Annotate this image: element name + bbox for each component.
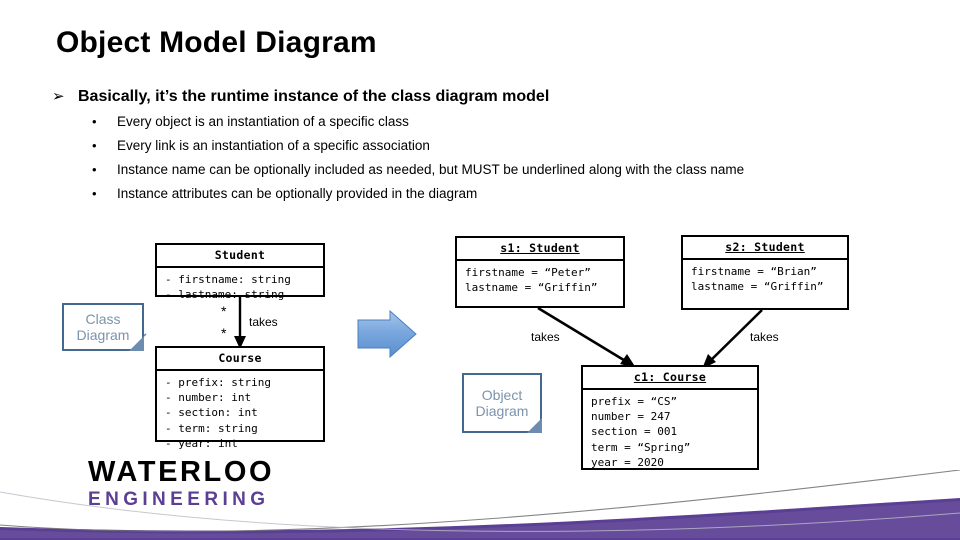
link-label-left-takes: takes	[531, 330, 560, 344]
dot-bullet-icon: •	[92, 138, 97, 153]
class-box-course: Course - prefix: string - number: int - se…	[155, 346, 325, 450]
multiplicity-target: *	[221, 325, 227, 341]
note-fold-corner-icon	[527, 418, 542, 433]
note-class-line1: Class	[85, 310, 121, 327]
class-name-course: Course	[157, 348, 323, 371]
dot-bullet-icon: •	[92, 186, 97, 201]
bullet-level1: ➢ Basically, it’s the runtime instance o…	[52, 88, 912, 106]
object-box-s1: s1: Student firstname = “Peter” lastname …	[455, 236, 625, 308]
page-title: Object Model Diagram	[56, 26, 377, 59]
note-class-line2: Diagram	[76, 327, 130, 343]
object-box-s2: s2: Student firstname = “Brian” lastname …	[681, 235, 849, 310]
association-label-takes: takes	[249, 315, 278, 329]
class-attributes-course: - prefix: string - number: int - section: …	[165, 376, 271, 450]
note-object-diagram: Object Diagram	[462, 373, 542, 433]
note-object-line2: Diagram	[475, 403, 529, 419]
note-fold-corner-icon	[129, 336, 144, 351]
note-object-line1: Object	[481, 386, 523, 403]
bullet-level2-text: Instance attributes can be optionally pr…	[117, 186, 478, 201]
bullet-level2-text: Every object is an instantiation of a sp…	[117, 114, 409, 129]
note-class-diagram: Class Diagram	[62, 303, 144, 351]
class-name-student: Student	[157, 245, 323, 268]
bullet-level2-text: Instance name can be optionally included…	[117, 162, 745, 177]
bullet-level2: • Instance attributes can be optionally …	[92, 186, 912, 201]
link-label-right-takes: takes	[750, 330, 779, 344]
object-attributes-s2: firstname = “Brian” lastname = “Griffin”	[691, 265, 824, 294]
class-box-student: Student - firstname: string - lastname: s…	[155, 243, 325, 301]
footer-swoosh-graphic	[0, 470, 960, 540]
bullet-level2-text: Every link is an instantiation of a spec…	[117, 138, 430, 153]
object-attributes-c1: prefix = “CS” number = 247 section = 001 te…	[591, 395, 691, 469]
object-name-s2: s2: Student	[683, 237, 847, 260]
bullet-level2: • Every object is an instantiation of a …	[92, 114, 912, 129]
object-attributes-s1: firstname = “Peter” lastname = “Griffin”	[465, 266, 598, 295]
multiplicity-source: *	[221, 303, 227, 319]
transition-arrow-icon	[357, 309, 417, 359]
class-attributes-student: - firstname: string - lastname: string	[165, 273, 291, 302]
arrow-bullet-icon: ➢	[52, 88, 65, 105]
object-box-c1: c1: Course prefix = “CS” number = 247 sect…	[581, 365, 759, 470]
bullet-list: ➢ Basically, it’s the runtime instance o…	[52, 88, 912, 210]
object-name-c1: c1: Course	[583, 367, 757, 390]
bullet-level1-text: Basically, it’s the runtime instance of …	[78, 88, 550, 105]
object-name-s1: s1: Student	[457, 238, 623, 261]
dot-bullet-icon: •	[92, 114, 97, 129]
dot-bullet-icon: •	[92, 162, 97, 177]
bullet-level2: • Every link is an instantiation of a sp…	[92, 138, 912, 153]
bullet-level2: • Instance name can be optionally includ…	[92, 162, 912, 177]
